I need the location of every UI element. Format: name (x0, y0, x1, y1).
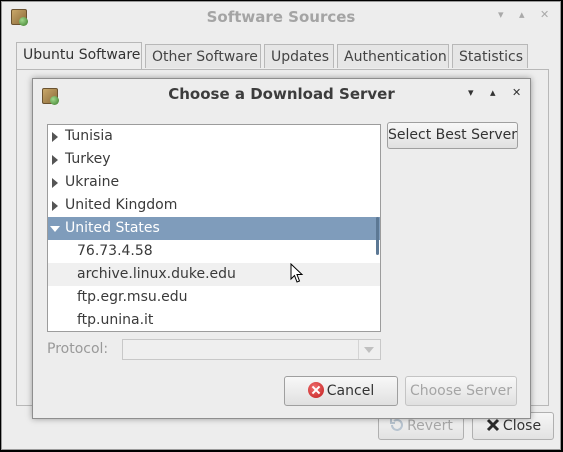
tree-row-united-states[interactable]: United States (48, 217, 380, 240)
server-tree[interactable]: Tunisia Turkey Ukraine United Kingdom Un… (47, 124, 381, 332)
tab-authentication[interactable]: Authentication (337, 44, 449, 68)
expander-collapsed-icon[interactable] (52, 155, 58, 165)
tree-row-ukraine[interactable]: Ukraine (48, 171, 380, 194)
chevron-down-icon (358, 340, 380, 359)
cancel-label: Cancel (326, 383, 375, 399)
expander-collapsed-icon[interactable] (52, 178, 58, 188)
tree-row-label: United States (65, 220, 160, 236)
expander-collapsed-icon[interactable] (52, 201, 58, 211)
protocol-label: Protocol: (47, 341, 109, 357)
software-sources-title: Software Sources (206, 8, 356, 26)
tree-row-label: Turkey (65, 151, 111, 167)
dialog-close-icon[interactable]: ✕ (512, 86, 521, 99)
choose-server-button[interactable]: Choose Server (405, 376, 517, 406)
tree-row-server[interactable]: archive.linux.duke.edu (48, 263, 380, 286)
close-window-icon[interactable]: ✕ (540, 8, 549, 21)
cancel-button[interactable]: Cancel (284, 376, 398, 406)
mouse-pointer-icon (290, 263, 304, 283)
tree-row-label: Tunisia (65, 128, 113, 144)
tree-row-server[interactable]: ftp.egr.msu.edu (48, 286, 380, 309)
dialog-maximize-icon[interactable]: ▴ (490, 86, 496, 99)
tree-row-label: United Kingdom (65, 197, 178, 213)
dialog-minimize-icon[interactable]: ▾ (468, 86, 474, 99)
maximize-icon[interactable]: ▴ (519, 8, 525, 21)
expander-expanded-icon[interactable] (50, 226, 60, 232)
cancel-icon (307, 382, 324, 398)
tree-row-label: ftp.unina.it (77, 312, 154, 328)
tree-row-label: 76.73.4.58 (77, 243, 153, 259)
expander-collapsed-icon[interactable] (52, 132, 58, 142)
tree-row-label: ftp.egr.msu.edu (77, 289, 188, 305)
minimize-icon[interactable]: ▾ (498, 8, 504, 21)
tab-other-software[interactable]: Other Software (145, 44, 261, 68)
tree-row-server[interactable]: ftp.unina.it (48, 309, 380, 331)
tree-row-tunisia[interactable]: Tunisia (48, 125, 380, 148)
tree-row-united-kingdom[interactable]: United Kingdom (48, 194, 380, 217)
tree-row-server[interactable]: 76.73.4.58 (48, 240, 380, 263)
close-label: Close (502, 418, 542, 434)
revert-label: Revert (407, 418, 453, 434)
tab-statistics[interactable]: Statistics (452, 44, 528, 68)
choose-download-server-dialog: Choose a Download Server ▾ ▴ ✕ Tunisia T… (32, 78, 531, 419)
tree-row-turkey[interactable]: Turkey (48, 148, 380, 171)
tree-scrollbar-thumb[interactable] (376, 217, 379, 255)
protocol-select[interactable] (122, 339, 381, 360)
tab-ubuntu-software[interactable]: Ubuntu Software (16, 42, 142, 70)
tab-updates[interactable]: Updates (264, 44, 334, 68)
dialog-title: Choose a Download Server (168, 85, 395, 103)
software-sources-titlebar[interactable]: Software Sources ▾ ▴ ✕ (2, 2, 560, 32)
select-best-server-button[interactable]: Select Best Server (387, 122, 518, 149)
tree-row-label: archive.linux.duke.edu (77, 266, 236, 282)
tree-row-label: Ukraine (65, 174, 120, 190)
